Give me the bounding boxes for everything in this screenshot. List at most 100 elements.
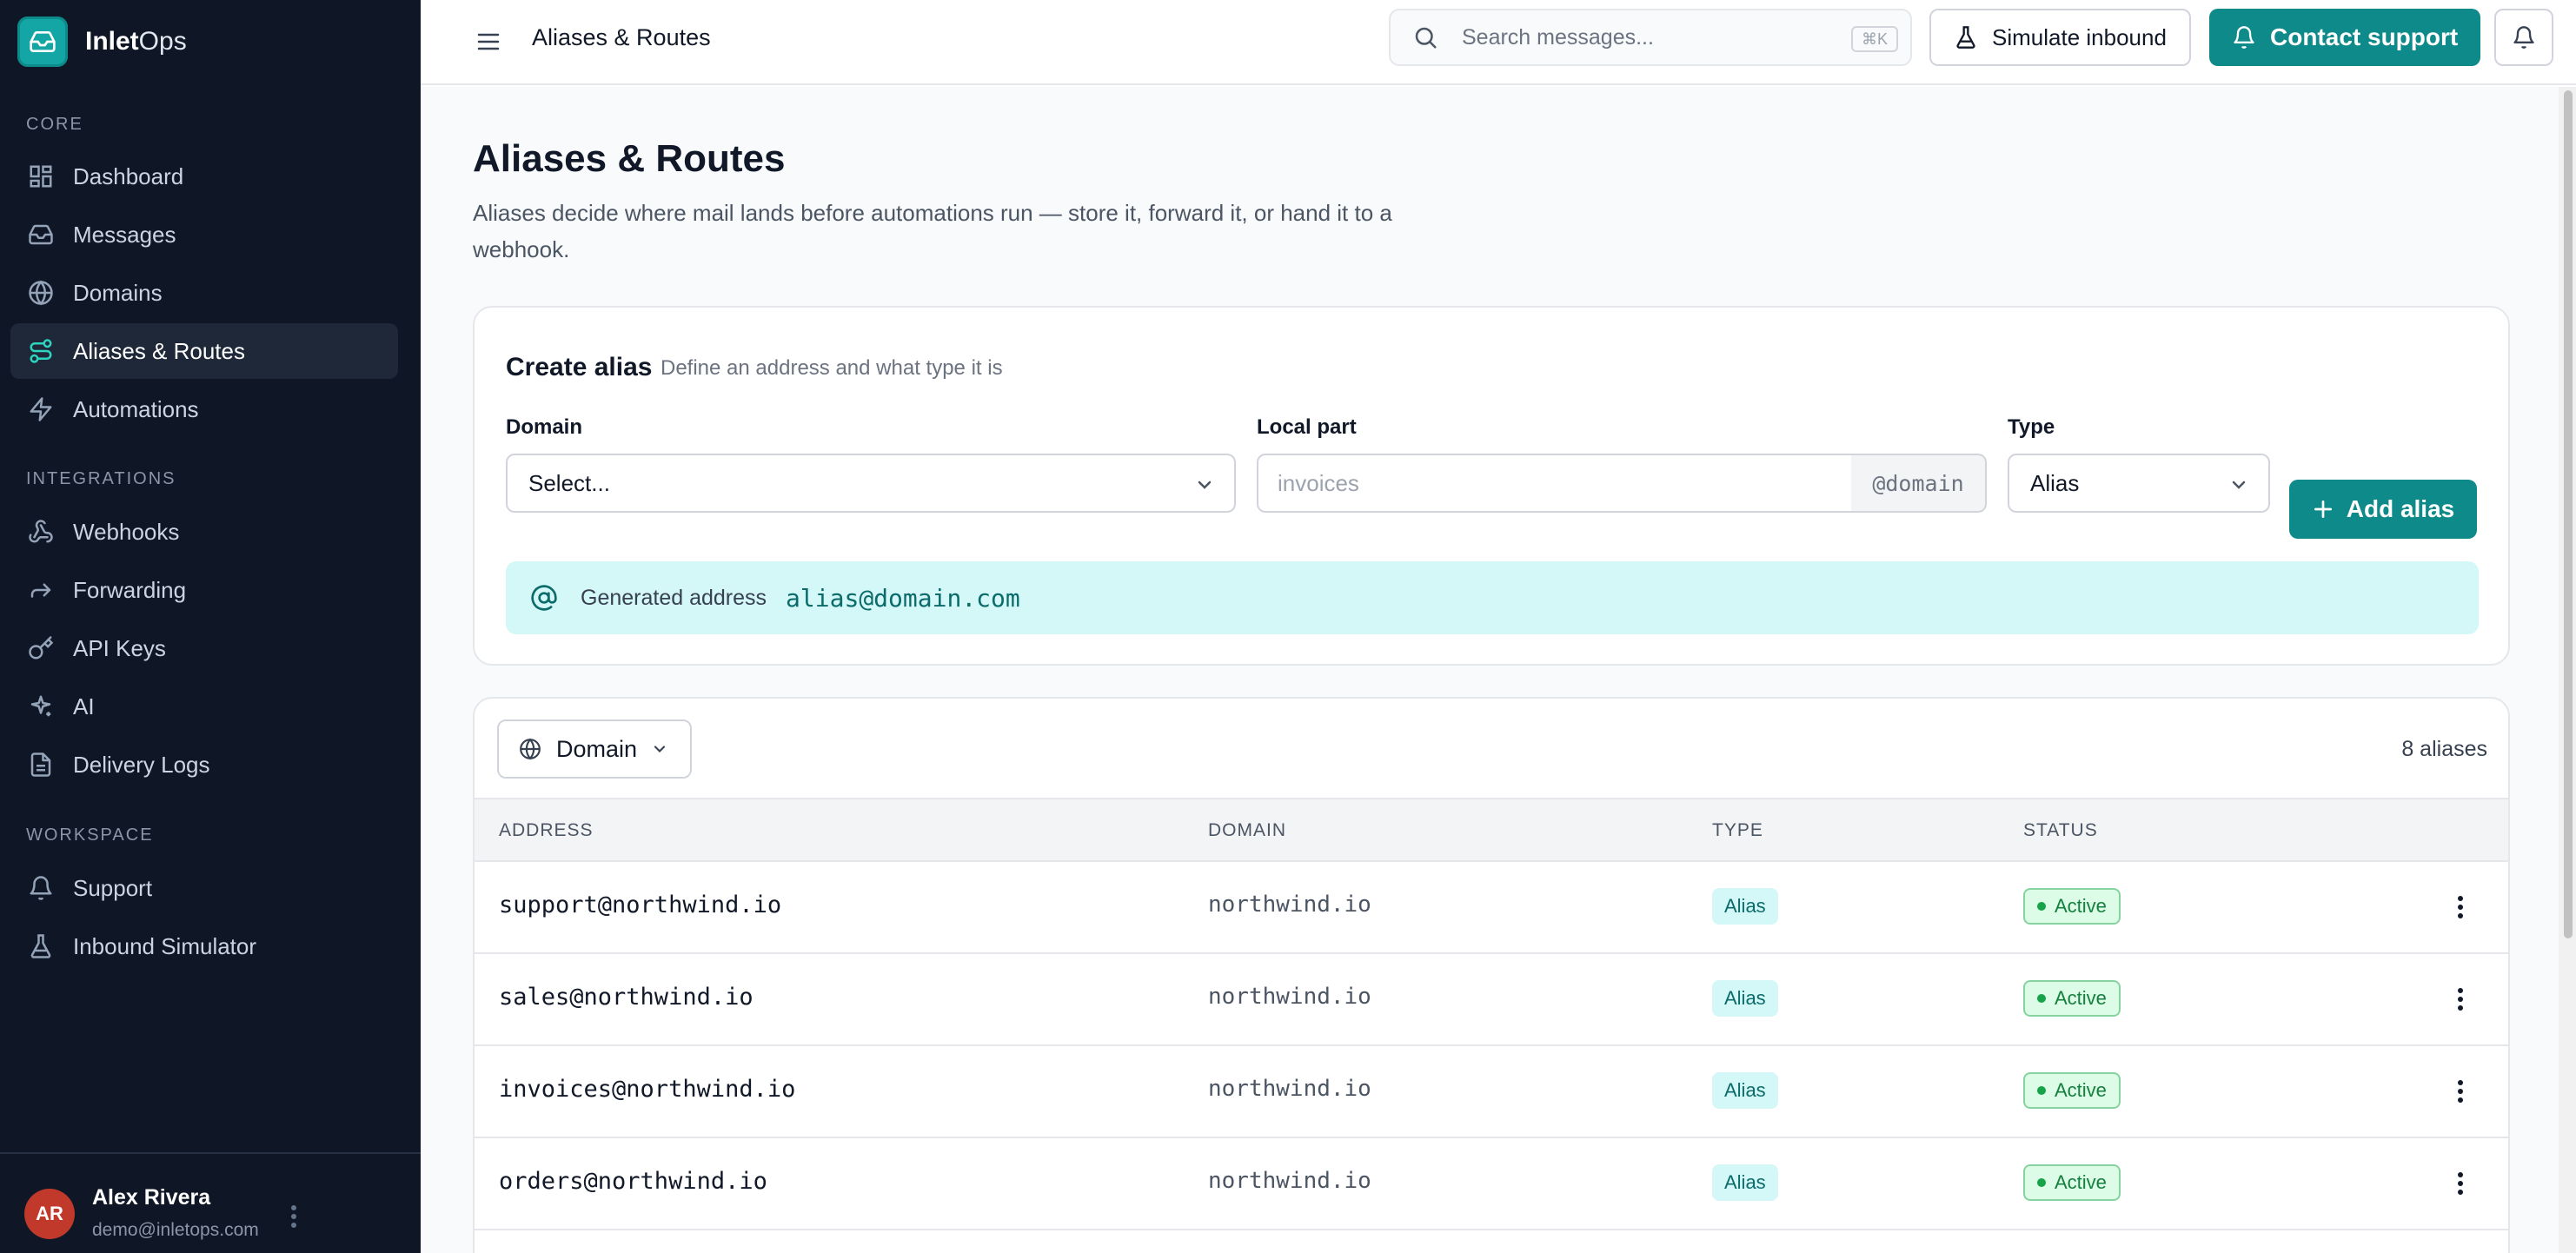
card-title: Create alias — [506, 353, 653, 381]
sidebar-item-messages[interactable]: Messages — [10, 207, 398, 262]
grid-icon — [26, 162, 56, 191]
contact-support-label: Contact support — [2270, 23, 2459, 50]
table-row[interactable]: support@northwind.io northwind.io Alias … — [475, 862, 2508, 954]
table-header: ADDRESS DOMAIN TYPE STATUS — [475, 798, 2508, 862]
status-badge: Active — [2023, 1164, 2121, 1201]
topbar: Aliases & Routes ⌘K Simulate inbound Con… — [421, 0, 2576, 85]
status-dot — [2037, 994, 2046, 1003]
sidebar-item-label: Messages — [73, 221, 176, 248]
column-header-type[interactable]: TYPE — [1712, 820, 1763, 841]
type-select-value: Alias — [2030, 469, 2080, 496]
search-icon — [1410, 22, 1441, 53]
generated-address-box: Generated address alias@domain.com — [506, 561, 2479, 634]
search-shortcut: ⌘K — [1850, 26, 1898, 52]
type-badge: Alias — [1712, 1072, 1778, 1109]
bell-icon — [2512, 25, 2536, 50]
alias-count: 8 aliases — [2401, 737, 2487, 761]
domain-select-value: Select... — [528, 469, 610, 496]
type-badge: Alias — [1712, 980, 1778, 1017]
column-header-domain[interactable]: DOMAIN — [1208, 820, 1286, 841]
sidebar-item-automations[interactable]: Automations — [10, 381, 398, 437]
app-name-bold: Inlet — [85, 27, 139, 56]
local-part-suffix: @domain — [1851, 454, 1987, 513]
local-part-label: Local part — [1257, 415, 1357, 439]
sidebar-item-webhooks[interactable]: Webhooks — [10, 504, 398, 560]
brand[interactable]: InletOps — [17, 16, 187, 68]
sidebar-item-api-keys[interactable]: API Keys — [10, 620, 398, 676]
bell-icon — [2232, 25, 2256, 50]
alias-address: sales@northwind.io — [499, 984, 754, 1011]
app-name: InletOps — [85, 27, 187, 56]
sidebar-item-label: AI — [73, 693, 95, 719]
column-header-address[interactable]: ADDRESS — [499, 820, 594, 841]
alias-domain: northwind.io — [1208, 1076, 1371, 1102]
breadcrumb: Aliases & Routes — [532, 24, 711, 50]
domain-filter-button[interactable]: Domain — [497, 719, 692, 779]
section-label-integrations: INTEGRATIONS — [26, 469, 176, 488]
at-sign-icon — [528, 582, 560, 613]
sidebar-item-delivery-logs[interactable]: Delivery Logs — [10, 737, 398, 792]
card-subtitle: Define an address and what type it is — [661, 356, 1003, 380]
sparkles-icon — [26, 692, 56, 721]
create-alias-card: Create alias Define an address and what … — [473, 306, 2510, 666]
local-part-input[interactable] — [1257, 454, 1853, 513]
status-badge: Active — [2023, 1072, 2121, 1109]
alias-address: invoices@northwind.io — [499, 1076, 796, 1103]
menu-icon[interactable] — [469, 23, 508, 61]
status-badge: Active — [2023, 980, 2121, 1017]
type-select[interactable]: Alias — [2008, 454, 2270, 513]
more-vertical-icon[interactable] — [2447, 890, 2473, 925]
search-bar[interactable]: ⌘K — [1389, 9, 1912, 66]
inbox-icon — [26, 220, 56, 249]
sidebar-item-support[interactable]: Support — [10, 860, 398, 916]
sidebar-item-label: Aliases & Routes — [73, 337, 245, 364]
bolt-icon — [26, 394, 56, 424]
page-title: Aliases & Routes — [473, 137, 786, 180]
status-dot — [2037, 902, 2046, 911]
more-vertical-icon[interactable] — [2447, 982, 2473, 1017]
domain-select[interactable]: Select... — [506, 454, 1236, 513]
status-dot — [2037, 1178, 2046, 1187]
sidebar-item-dashboard[interactable]: Dashboard — [10, 149, 398, 204]
sidebar: InletOps CORE Dashboard Messages Domains… — [0, 0, 421, 1253]
simulate-inbound-label: Simulate inbound — [1992, 23, 2167, 50]
column-header-status[interactable]: STATUS — [2023, 820, 2098, 841]
forward-icon — [26, 575, 56, 605]
domain-filter-label: Domain — [556, 735, 638, 762]
sidebar-item-ai[interactable]: AI — [10, 679, 398, 734]
more-vertical-icon[interactable] — [283, 1201, 304, 1232]
notifications-button[interactable] — [2494, 9, 2553, 66]
sidebar-item-label: Delivery Logs — [73, 751, 210, 778]
status-badge: Active — [2023, 888, 2121, 925]
sidebar-item-forwarding[interactable]: Forwarding — [10, 562, 398, 618]
generated-address-value: alias@domain.com — [786, 583, 1020, 613]
sidebar-item-aliases-routes[interactable]: Aliases & Routes — [10, 323, 398, 379]
more-vertical-icon[interactable] — [2447, 1074, 2473, 1109]
user-email: demo@inletops.com — [92, 1220, 259, 1240]
contact-support-button[interactable]: Contact support — [2209, 9, 2481, 66]
alias-address: support@northwind.io — [499, 892, 782, 918]
user-panel: AR Alex Rivera demo@inletops.com — [0, 1152, 421, 1253]
sidebar-item-domains[interactable]: Domains — [10, 265, 398, 321]
table-row[interactable]: orders@northwind.io northwind.io Alias A… — [475, 1138, 2508, 1230]
scrollbar-thumb[interactable] — [2564, 90, 2573, 938]
generated-address-label: Generated address — [581, 585, 767, 610]
plus-icon — [2312, 498, 2334, 520]
status-text: Active — [2055, 1171, 2107, 1193]
more-vertical-icon[interactable] — [2447, 1166, 2473, 1201]
table-row[interactable]: sales@northwind.io northwind.io Alias Ac… — [475, 954, 2508, 1046]
sidebar-item-label: Inbound Simulator — [73, 932, 257, 959]
sidebar-item-label: Forwarding — [73, 576, 187, 603]
add-alias-button[interactable]: Add alias — [2289, 480, 2477, 539]
search-input[interactable] — [1462, 24, 1827, 50]
table-row[interactable]: invoices@northwind.io northwind.io Alias… — [475, 1046, 2508, 1138]
sidebar-item-label: API Keys — [73, 634, 166, 661]
simulate-inbound-button[interactable]: Simulate inbound — [1929, 9, 2191, 66]
flask-icon — [26, 931, 56, 961]
sidebar-item-label: Automations — [73, 395, 199, 422]
key-icon — [26, 633, 56, 663]
avatar[interactable]: AR — [24, 1189, 75, 1239]
section-label-core: CORE — [26, 115, 83, 134]
inbox-icon — [17, 17, 68, 67]
sidebar-item-inbound-simulator[interactable]: Inbound Simulator — [10, 918, 398, 974]
